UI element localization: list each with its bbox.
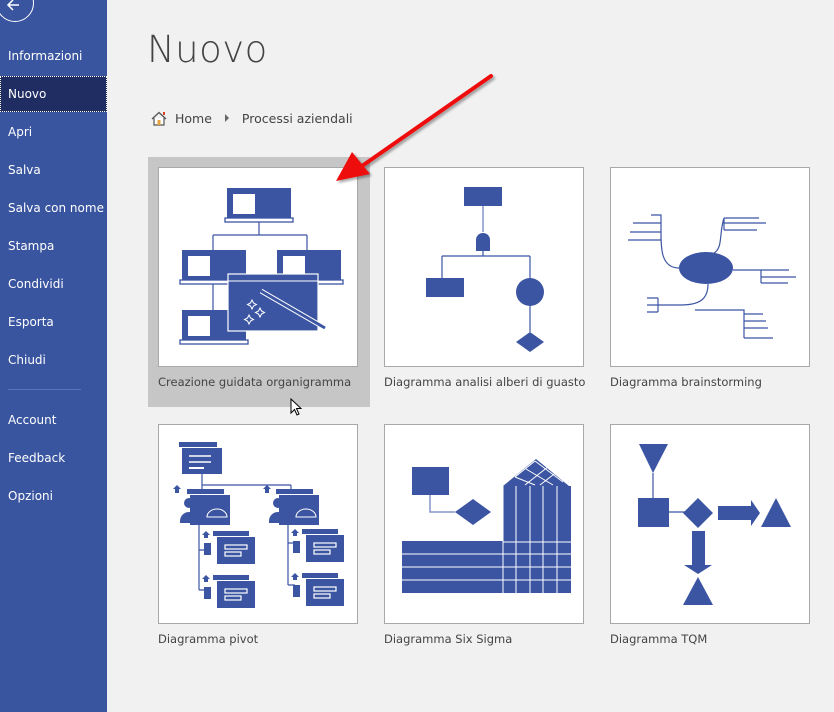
template-label: Diagramma Six Sigma	[384, 632, 513, 646]
template-tile-tqm[interactable]: Diagramma TQM	[600, 414, 822, 664]
template-tile-org-chart-wizard[interactable]: Creazione guidata organigramma	[148, 157, 370, 407]
breadcrumb-current: Processi aziendali	[241, 110, 353, 126]
nav-separator	[8, 389, 81, 390]
org-chart-wizard-icon	[179, 188, 344, 345]
nav-item-condividi[interactable]: Condividi	[0, 266, 107, 302]
pivot-icon	[173, 442, 344, 608]
six-sigma-icon	[402, 459, 571, 593]
nav-item-apri[interactable]: Apri	[0, 114, 107, 150]
nav-item-esporta[interactable]: Esporta	[0, 304, 107, 340]
template-tile-pivot[interactable]: Diagramma pivot	[148, 414, 370, 664]
tqm-icon	[638, 444, 791, 605]
back-button[interactable]	[0, 0, 34, 22]
nav-item-chiudi[interactable]: Chiudi	[0, 342, 107, 378]
template-tile-brainstorming[interactable]: Diagramma brainstorming	[600, 157, 822, 407]
template-label: Diagramma pivot	[158, 632, 259, 646]
caret-right-icon	[224, 114, 229, 122]
nav-item-informazioni[interactable]: Informazioni	[0, 38, 107, 74]
nav-item-salva-con-nome[interactable]: Salva con nome	[0, 190, 107, 226]
template-thumbnail	[158, 424, 358, 624]
template-thumbnail	[610, 424, 810, 624]
template-thumbnail	[384, 167, 584, 367]
nav-item-feedback[interactable]: Feedback	[0, 440, 107, 476]
nav-item-nuovo[interactable]: Nuovo	[0, 76, 107, 112]
template-thumbnail	[384, 424, 584, 624]
template-thumbnail	[158, 167, 358, 367]
nav-item-salva[interactable]: Salva	[0, 152, 107, 188]
template-thumbnail	[610, 167, 810, 367]
home-icon[interactable]	[151, 111, 167, 126]
template-label: Diagramma brainstorming	[610, 375, 762, 389]
template-tile-six-sigma[interactable]: Diagramma Six Sigma	[374, 414, 596, 664]
backstage-sidebar: Informazioni Nuovo Apri Salva Salva con …	[0, 0, 107, 712]
template-label: Diagramma TQM	[610, 632, 708, 646]
back-arrow-icon	[6, 0, 19, 11]
breadcrumb-home[interactable]: Home	[175, 111, 212, 126]
brainstorming-icon	[628, 214, 796, 339]
template-label: Creazione guidata organigramma	[158, 375, 352, 389]
fault-tree-icon	[426, 187, 544, 352]
nav-item-stampa[interactable]: Stampa	[0, 228, 107, 264]
page-title: Nuovo	[147, 28, 268, 71]
nav-item-account[interactable]: Account	[0, 402, 107, 438]
mouse-cursor-icon	[290, 398, 303, 416]
template-label: Diagramma analisi alberi di guasto	[384, 375, 586, 389]
nav-item-opzioni[interactable]: Opzioni	[0, 478, 107, 514]
template-tile-fault-tree[interactable]: Diagramma analisi alberi di guasto	[374, 157, 596, 407]
breadcrumb: Home Processi aziendali	[151, 108, 353, 128]
